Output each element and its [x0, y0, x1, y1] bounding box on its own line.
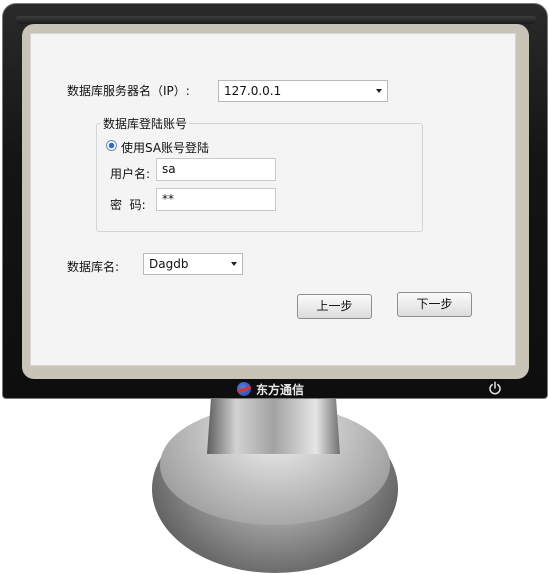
database-select[interactable]: Dagdb [143, 253, 243, 275]
sa-login-radio[interactable] [106, 140, 117, 151]
chevron-down-icon [376, 89, 382, 93]
bezel-sheen [15, 16, 537, 24]
password-label: 密 码: [110, 198, 146, 212]
username-input[interactable]: sa [156, 158, 276, 181]
database-select-value: Dagdb [149, 257, 189, 271]
server-label: 数据库服务器名（IP）: [67, 84, 190, 98]
power-icon[interactable] [487, 381, 503, 397]
server-select[interactable]: 127.0.0.1 [218, 80, 388, 102]
prev-button[interactable]: 上一步 [297, 294, 372, 319]
next-button[interactable]: 下一步 [397, 292, 472, 317]
brand-name: 东方通信 [256, 382, 305, 397]
server-select-value: 127.0.0.1 [224, 84, 282, 98]
chevron-down-icon [231, 262, 237, 266]
database-label: 数据库名: [67, 260, 120, 274]
monitor-neck [207, 398, 340, 454]
username-label: 用户名: [110, 167, 151, 181]
brand-logo-icon [237, 382, 251, 396]
sa-login-radio-label[interactable]: 使用SA账号登陆 [121, 139, 209, 156]
login-account-group-title: 数据库登陆账号 [101, 115, 190, 132]
password-input[interactable]: ** [156, 188, 276, 211]
brand-mark: 东方通信 [237, 380, 304, 398]
